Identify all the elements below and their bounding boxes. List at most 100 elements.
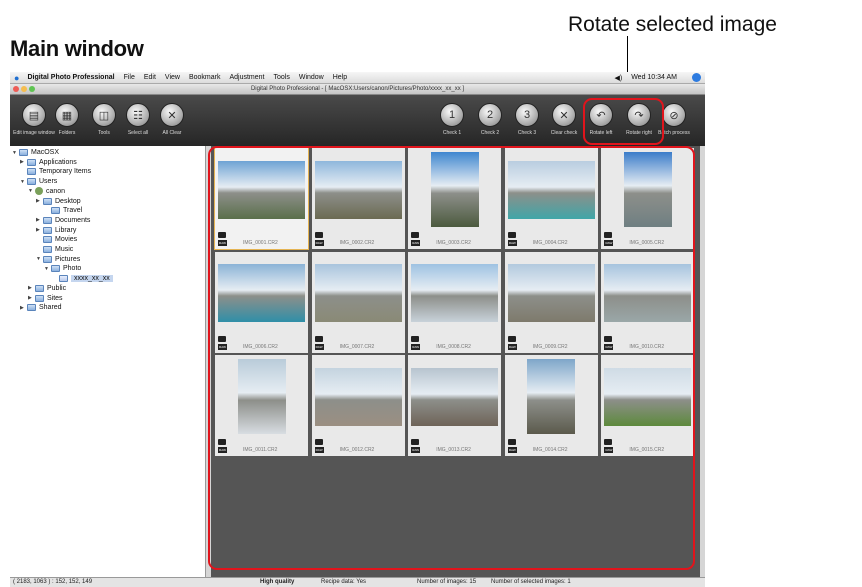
disclosure-triangle-icon[interactable]: ▶ xyxy=(28,295,35,301)
folder-icon xyxy=(51,265,60,273)
folder-icon xyxy=(43,216,52,224)
folder-icon xyxy=(51,207,60,215)
menu-item-tools[interactable]: Tools xyxy=(274,74,290,81)
disclosure-triangle-icon[interactable]: ▼ xyxy=(20,179,27,185)
check1-icon: 1 xyxy=(440,103,464,127)
status-coordinates: ( 2183, 1063 ) : 152, 152, 149 xyxy=(13,579,93,585)
disclosure-triangle-icon[interactable]: ▼ xyxy=(12,150,19,156)
tree-node-applications[interactable]: ▶ Applications xyxy=(20,158,77,167)
menu-item-view[interactable]: View xyxy=(165,74,180,81)
folder-icon xyxy=(43,255,52,263)
folder-icon xyxy=(35,294,44,302)
tree-node-label: MacOSX xyxy=(31,149,60,156)
apple-icon[interactable]: ● xyxy=(14,73,19,83)
tree-node-label: Music xyxy=(55,246,74,253)
tree-node-label: Library xyxy=(55,226,77,234)
tree-node-library[interactable]: ▶ Library xyxy=(36,226,76,235)
folder-icon xyxy=(27,304,36,312)
folder-icon xyxy=(43,246,52,253)
disclosure-triangle-icon[interactable]: ▶ xyxy=(36,217,43,223)
tree-node-label: Photo xyxy=(63,265,82,273)
thumbnail-area-highlight xyxy=(208,146,695,570)
select-all-icon: ☷ xyxy=(126,103,150,127)
folder-icon xyxy=(43,226,52,234)
folder-icon xyxy=(27,168,36,176)
tree-node-label: Temporary Items xyxy=(39,168,92,176)
tree-node-label: xxxx_xx_xx xyxy=(71,275,113,283)
status-bar: ( 2183, 1063 ) : 152, 152, 149 High qual… xyxy=(10,577,705,587)
menu-app-name[interactable]: Digital Photo Professional xyxy=(27,74,114,81)
toolbar-button-label: All Clear xyxy=(162,130,182,136)
disclosure-triangle-icon[interactable]: ▼ xyxy=(36,256,43,262)
tree-node-label: Travel xyxy=(63,207,83,215)
folder-icon xyxy=(27,178,36,186)
edit-image-icon: ▤ xyxy=(22,103,46,127)
disclosure-triangle-icon[interactable]: ▼ xyxy=(44,266,51,272)
menu-item-bookmark[interactable]: Bookmark xyxy=(189,74,221,81)
tree-node-travel[interactable]: Travel xyxy=(44,206,82,215)
volume-icon[interactable]: ◀) xyxy=(614,74,622,82)
disclosure-triangle-icon[interactable]: ▶ xyxy=(36,227,43,233)
clear-check-icon: ✕ xyxy=(552,103,576,127)
tree-node-label: Shared xyxy=(39,304,62,312)
tools-icon: ◫ xyxy=(92,103,116,127)
menu-item-file[interactable]: File xyxy=(124,74,135,81)
tree-node-temporary-items[interactable]: Temporary Items xyxy=(20,167,91,176)
disclosure-triangle-icon[interactable]: ▼ xyxy=(28,188,35,194)
tree-node-xxxx-xx-xx[interactable]: xxxx_xx_xx xyxy=(52,274,113,283)
folders-icon: ▦ xyxy=(55,103,79,127)
tree-node-music[interactable]: Music xyxy=(36,245,73,254)
tree-node-label: Documents xyxy=(55,216,91,224)
spotlight-icon[interactable] xyxy=(692,73,701,82)
rotate-callout-label: Rotate selected image xyxy=(568,13,777,36)
folder-icon xyxy=(59,275,68,283)
check2-icon: 2 xyxy=(478,103,502,127)
disclosure-triangle-icon[interactable]: ▶ xyxy=(36,198,43,204)
menu-item-window[interactable]: Window xyxy=(299,74,324,81)
folder-icon xyxy=(27,158,36,166)
rotate-buttons-highlight xyxy=(583,98,664,145)
minimize-window-button[interactable] xyxy=(21,86,27,92)
check3-icon: 3 xyxy=(515,103,539,127)
folder-icon xyxy=(35,284,44,292)
tree-node-label: Sites xyxy=(47,294,63,302)
tree-node-sites[interactable]: ▶ Sites xyxy=(28,294,63,303)
status-recipe: Recipe data: Yes xyxy=(321,579,367,585)
menu-item-help[interactable]: Help xyxy=(333,74,347,81)
tree-node-shared[interactable]: ▶ Shared xyxy=(20,303,62,312)
tree-node-label: Public xyxy=(47,284,67,292)
status-selected-count: Number of selected images: 1 xyxy=(491,579,571,585)
toolbar-button-all-clear[interactable]: ✕ All Clear xyxy=(150,103,194,136)
tree-node-public[interactable]: ▶ Public xyxy=(28,284,66,293)
disclosure-triangle-icon[interactable]: ▶ xyxy=(20,159,27,165)
disclosure-triangle-icon[interactable]: ▶ xyxy=(28,285,35,291)
tree-node-movies[interactable]: Movies xyxy=(36,235,77,244)
menu-item-edit[interactable]: Edit xyxy=(144,74,156,81)
tree-node-label: Users xyxy=(39,178,58,186)
folder-icon xyxy=(43,236,52,244)
user-icon xyxy=(35,187,43,196)
menu-clock: Wed 10:34 AM xyxy=(631,74,677,81)
zoom-window-button[interactable] xyxy=(29,86,35,92)
tree-node-macosx[interactable]: ▼ MacOSX xyxy=(12,148,59,157)
tree-node-label: Movies xyxy=(55,236,78,244)
tree-node-photo[interactable]: ▼ Photo xyxy=(44,264,81,273)
tree-node-documents[interactable]: ▶ Documents xyxy=(36,216,90,225)
tree-node-users[interactable]: ▼ Users xyxy=(20,177,57,186)
page-heading: Main window xyxy=(10,36,144,61)
disclosure-triangle-icon[interactable]: ▶ xyxy=(20,305,27,311)
folder-icon xyxy=(19,149,28,156)
folder-tree: ▼ MacOSX ▶ Applications Temporary Items ▼ User… xyxy=(10,146,206,577)
tree-node-label: Applications xyxy=(39,158,77,166)
tree-node-canon[interactable]: ▼ canon xyxy=(28,187,65,196)
batch-process-icon: ⊘ xyxy=(662,103,686,127)
tree-node-pictures[interactable]: ▼ Pictures xyxy=(36,255,80,264)
tree-node-label: Desktop xyxy=(55,197,81,205)
window-title-bar: Digital Photo Professional - [ MacOSX:Us… xyxy=(10,84,705,95)
menu-item-adjustment[interactable]: Adjustment xyxy=(229,74,264,81)
folder-icon xyxy=(43,197,52,205)
close-window-button[interactable] xyxy=(13,86,19,92)
menu-bar: ● Digital Photo Professional File Edit Vie… xyxy=(10,72,705,84)
status-image-count: Number of images: 15 xyxy=(417,579,477,585)
tree-node-desktop[interactable]: ▶ Desktop xyxy=(36,197,81,206)
